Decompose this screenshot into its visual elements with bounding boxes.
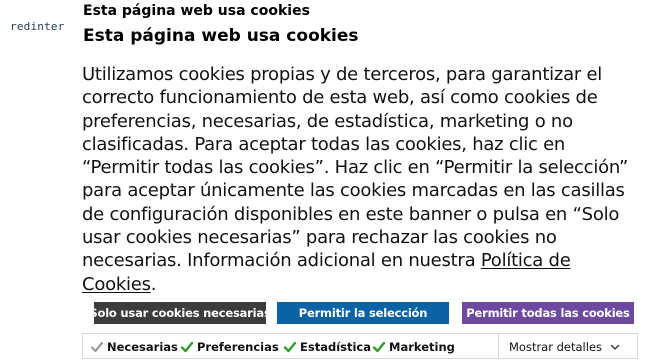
allow-all-button[interactable]: Permitir todas las cookies (462, 302, 634, 324)
banner-description: Utilizamos cookies propias y de terceros… (82, 63, 640, 296)
necessary-only-button[interactable]: Solo usar cookies necesarias (89, 302, 271, 324)
checkmark-icon[interactable] (180, 340, 194, 354)
show-details-label: Mostrar detalles (509, 340, 603, 354)
redinter-logo: redinter (10, 20, 65, 33)
options-divider (498, 334, 499, 358)
banner-description-text: Utilizamos cookies propias y de terceros… (82, 64, 629, 272)
checkmark-icon[interactable] (283, 340, 297, 354)
cookie-options-bar: Necesarias Preferencias Estadística Mark… (82, 333, 638, 359)
option-label: Marketing (389, 340, 455, 354)
banner-top-label: Esta página web usa cookies (83, 3, 310, 19)
option-label: Preferencias (197, 340, 279, 354)
allow-selection-button[interactable]: Permitir la selección (277, 302, 449, 324)
option-necesarias[interactable]: Necesarias (90, 338, 178, 356)
option-label: Estadística (300, 340, 371, 354)
banner-description-end: . (150, 273, 157, 295)
banner-title: Esta página web usa cookies (83, 26, 359, 46)
option-label: Necesarias (107, 340, 178, 354)
option-preferencias[interactable]: Preferencias (180, 338, 279, 356)
checkmark-icon[interactable] (90, 340, 104, 354)
chevron-down-icon (610, 342, 620, 352)
checkmark-icon[interactable] (372, 340, 386, 354)
option-estadistica[interactable]: Estadística (283, 338, 371, 356)
option-marketing[interactable]: Marketing (372, 338, 455, 356)
show-details-toggle[interactable]: Mostrar detalles (509, 338, 620, 356)
